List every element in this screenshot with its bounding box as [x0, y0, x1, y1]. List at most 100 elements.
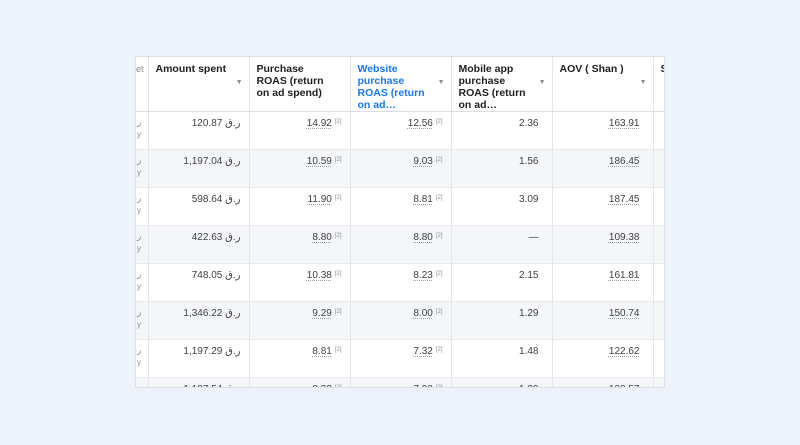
row-subtext-fragment: y — [137, 320, 141, 329]
mobile-app-purchase-roas-cell: — — [451, 225, 553, 264]
aov-value[interactable]: 122.62 — [609, 346, 640, 357]
website-purchase-roas-value[interactable]: 8.00 — [413, 308, 432, 319]
website-purchase-roas-value[interactable]: 7.03 — [413, 384, 432, 387]
aov-cell: 163.91 — [552, 111, 654, 150]
website-purchase-roas-value[interactable]: 12.56 — [408, 118, 433, 129]
footnote-marker[interactable]: [2] — [436, 347, 443, 353]
aov-value[interactable]: 150.74 — [609, 308, 640, 319]
footnote-marker[interactable]: [2] — [335, 157, 342, 163]
mobile-app-purchase-roas-cell: 3.09 — [451, 187, 553, 226]
truncated-column-cell — [653, 301, 664, 340]
footnote-marker[interactable]: [2] — [436, 309, 443, 315]
purchase-roas-cell: 10.59 [2] — [249, 149, 351, 188]
row-subtext-fragment: y — [137, 168, 141, 177]
column-header-aov[interactable]: AOV ( Shan ) ▼ — [552, 57, 654, 112]
sort-caret-icon[interactable]: ▼ — [438, 77, 445, 89]
amount-spent-cell: 748.05 ر.ق — [148, 263, 250, 302]
purchase-roas-value[interactable]: 14.92 — [307, 118, 332, 129]
footnote-marker[interactable]: [2] — [436, 233, 443, 239]
website-purchase-roas-value[interactable]: 7.32 — [413, 346, 432, 357]
amount-spent-cell: 1,197.29 ر.ق — [148, 339, 250, 378]
website-purchase-roas-value[interactable]: 8.80 — [413, 232, 432, 243]
table-row[interactable]: ر y 748.05 ر.ق 10.38 [2] 8.23 [2] 2.15 161.81 — [136, 263, 664, 302]
footnote-marker[interactable]: [2] — [335, 309, 342, 315]
aov-cell: 122.62 — [552, 339, 654, 378]
column-header-purchase-roas[interactable]: Purchase ROAS (return on ad spend) — [249, 57, 351, 112]
row-name-cell-truncated[interactable]: رy — [136, 187, 149, 226]
row-subtext-fragment: y — [137, 244, 141, 253]
row-name-cell-truncated[interactable]: رy — [136, 225, 149, 264]
website-purchase-roas-value[interactable]: 9.03 — [413, 156, 432, 167]
footnote-marker[interactable]: [2] — [436, 119, 443, 125]
row-name-fragment: ر — [137, 345, 142, 355]
row-name-cell-truncated[interactable]: رy — [136, 339, 149, 378]
column-header-next-truncated[interactable]: S — [653, 57, 664, 112]
purchase-roas-cell: 10.38 [2] — [249, 263, 351, 302]
website-purchase-roas-value[interactable]: 8.81 — [413, 194, 432, 205]
table-row[interactable]: ر y 1,346.22 ر.ق 9.29 [2] 8.00 [2] 1.29 150.74 — [136, 301, 664, 340]
table-row[interactable]: ر y 598.64 ر.ق 11.90 [2] 8.81 [2] 3.09 187.45 — [136, 187, 664, 226]
aov-cell: 161.81 — [552, 263, 654, 302]
column-header-truncated[interactable]: et — [136, 57, 149, 112]
amount-spent-cell: 120.87 ر.ق — [148, 111, 250, 150]
sort-caret-icon[interactable]: ▼ — [236, 77, 243, 89]
footnote-marker[interactable]: [2] — [335, 271, 342, 277]
purchase-roas-value[interactable]: 10.59 — [307, 156, 332, 167]
aov-value[interactable]: 163.91 — [609, 118, 640, 129]
column-header-label: et — [136, 64, 144, 74]
purchase-roas-cell: 8.80 [2] — [249, 225, 351, 264]
row-name-cell-truncated[interactable]: رy — [136, 301, 149, 340]
table-row[interactable]: ر y 422.63 ر.ق 8.80 [2] 8.80 [2] — 109.38 — [136, 225, 664, 264]
column-header-website-purchase-roas[interactable]: Website purchase ROAS (return on ad… ▼ — [350, 57, 452, 112]
table-row[interactable]: ر y 1,197.29 ر.ق 8.81 [2] 7.32 [2] 1.48 122.62 — [136, 339, 664, 378]
column-header-label: S — [661, 63, 665, 75]
row-name-cell-truncated[interactable]: رy — [136, 111, 149, 150]
footnote-marker[interactable]: [2] — [335, 385, 342, 387]
purchase-roas-value[interactable]: 8.80 — [312, 232, 331, 243]
aov-value[interactable]: 186.45 — [609, 156, 640, 167]
purchase-roas-value[interactable]: 8.81 — [312, 346, 331, 357]
column-header-mobile-app-purchase-roas[interactable]: Mobile app purchase ROAS (return on ad… … — [451, 57, 553, 112]
aov-value[interactable]: 133.57 — [609, 384, 640, 387]
footnote-marker[interactable]: [2] — [335, 195, 342, 201]
purchase-roas-cell: 8.32 [2] — [249, 377, 351, 387]
mobile-app-purchase-roas-value: 1.56 — [519, 156, 539, 167]
website-purchase-roas-value[interactable]: 8.23 — [413, 270, 432, 281]
aov-value[interactable]: 109.38 — [609, 232, 640, 243]
purchase-roas-value[interactable]: 11.90 — [308, 194, 332, 205]
row-name-cell-truncated[interactable]: رy — [136, 149, 149, 188]
purchase-roas-value[interactable]: 9.29 — [312, 308, 331, 319]
footnote-marker[interactable]: [2] — [335, 347, 342, 353]
amount-spent-value: 1,107.54 ر.ق — [183, 384, 240, 387]
aov-cell: 187.45 — [552, 187, 654, 226]
column-header-label: Mobile app purchase ROAS (return on ad… — [458, 63, 526, 111]
footnote-marker[interactable]: [2] — [436, 157, 443, 163]
footnote-marker[interactable]: [2] — [335, 233, 342, 239]
amount-spent-value: 1,197.29 ر.ق — [183, 346, 241, 357]
row-name-fragment: ر — [137, 269, 142, 279]
amount-spent-cell: 1,197.04 ر.ق — [148, 149, 250, 188]
table-row[interactable]: ر y 120.87 ر.ق 14.92 [2] 12.56 [2] 2.36 163.91 — [136, 111, 664, 150]
row-subtext-fragment: y — [137, 130, 141, 139]
mobile-app-purchase-roas-cell: 2.36 — [451, 111, 553, 150]
footnote-marker[interactable]: [2] — [436, 385, 443, 387]
column-header-amount-spent[interactable]: Amount spent ▼ — [148, 57, 250, 112]
aov-cell: 186.45 — [552, 149, 654, 188]
footnote-marker[interactable]: [2] — [436, 271, 443, 277]
amount-spent-value: 748.05 ر.ق — [191, 270, 241, 281]
row-name-cell-truncated[interactable]: رy — [136, 263, 149, 302]
sort-caret-icon[interactable]: ▼ — [640, 77, 647, 89]
purchase-roas-value[interactable]: 8.32 — [312, 384, 331, 387]
aov-value[interactable]: 161.81 — [609, 270, 640, 281]
footnote-marker[interactable]: [2] — [335, 119, 342, 125]
purchase-roas-value[interactable]: 10.38 — [307, 270, 332, 281]
truncated-column-cell — [653, 111, 664, 150]
sort-caret-icon[interactable]: ▼ — [539, 77, 546, 89]
table-row[interactable]: رy 1,107.54 ر.ق 8.32 [2] 7.03 [2] 1.29 133.57 — [136, 377, 664, 387]
row-name-cell-truncated[interactable]: رy — [136, 377, 149, 387]
table-row[interactable]: ر y 1,197.04 ر.ق 10.59 [2] 9.03 [2] 1.56 186.45 — [136, 149, 664, 188]
aov-value[interactable]: 187.45 — [609, 194, 640, 205]
footnote-marker[interactable]: [2] — [436, 195, 443, 201]
table-header-row: et Amount spent ▼ Purchase ROAS (return … — [136, 57, 664, 112]
aov-cell: 150.74 — [552, 301, 654, 340]
